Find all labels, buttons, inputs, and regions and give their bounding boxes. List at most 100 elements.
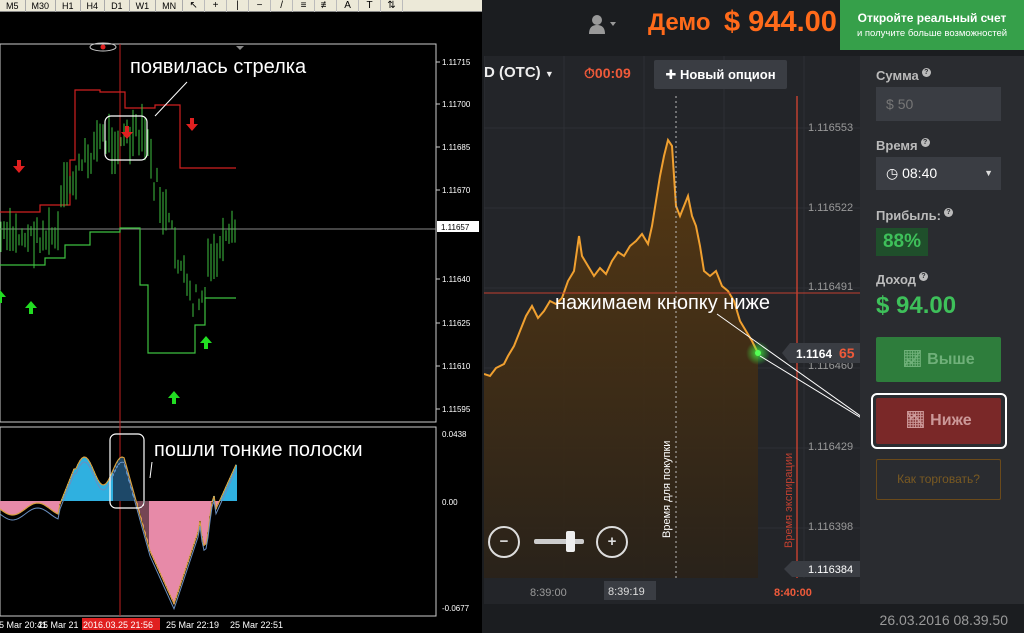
time-axis-label: 25 Mar 22:51 xyxy=(230,620,283,630)
zoom-in-icon: + xyxy=(607,533,617,550)
price-axis-label: 1.11595 xyxy=(442,405,471,414)
arrow-down-icon xyxy=(13,160,25,173)
oscillator-axis: 0.0438 0.00 -0.0677 xyxy=(442,430,470,613)
trend-up-icon: 📈︎ xyxy=(902,351,928,368)
asset-selector[interactable]: D (OTC) ▼ xyxy=(484,64,554,81)
expiry-time-label: Время экспирации xyxy=(783,453,795,548)
price-axis-label: 1.11640 xyxy=(442,275,471,284)
time-axis-label: 25 Mar 22:19 xyxy=(166,620,219,630)
income-label-text: Доход xyxy=(876,272,916,287)
up-label: Выше xyxy=(927,351,975,368)
tf-mn[interactable]: MN xyxy=(156,0,184,12)
how-to-trade-button[interactable]: Как торговать? xyxy=(876,459,1001,500)
chevron-down-icon: ▼ xyxy=(544,69,554,79)
help-icon[interactable]: ? xyxy=(918,272,928,281)
timer: ⏱00:09 xyxy=(584,65,631,82)
help-icon[interactable]: ? xyxy=(944,208,953,217)
cursor-icon[interactable]: ↖ xyxy=(183,0,206,12)
put-down-button[interactable]: 📉︎ Ниже xyxy=(876,398,1001,444)
annotation-pointer xyxy=(154,81,188,117)
tf-m5[interactable]: M5 xyxy=(0,0,26,12)
arrow-down-icon xyxy=(121,126,133,139)
oscillator-axis-label: -0.0677 xyxy=(442,604,470,613)
screen: 1.11715 1.11700 1.11685 1.11670 1.11657 1.116… xyxy=(0,0,1024,633)
balance-value: $ 944.00 xyxy=(724,6,837,38)
shift-dot xyxy=(100,44,106,50)
scroll-marker-icon[interactable] xyxy=(236,46,244,50)
price-axis-label: 1.11610 xyxy=(442,362,471,371)
arrow-up-icon xyxy=(200,336,212,349)
zoom-out-button[interactable]: − xyxy=(488,526,520,558)
y-tick-label: 1.116522 xyxy=(808,202,853,214)
price-chart-canvas: Время для покупки Время экспирации 1.116… xyxy=(484,56,860,600)
call-up-button[interactable]: 📈︎ Выше xyxy=(876,337,1001,382)
tf-w1[interactable]: W1 xyxy=(130,0,157,12)
tf-h1[interactable]: H1 xyxy=(56,0,81,12)
low-price-tag-text: 1.116384 xyxy=(808,564,853,576)
oscillator-histogram xyxy=(0,456,237,611)
profit-percent: 88% xyxy=(876,228,928,256)
new-option-label: Новый опцион xyxy=(679,67,776,82)
expiry-time-select[interactable]: ◷ 08:40 ▼ xyxy=(876,157,1001,190)
crosshair-icon[interactable]: + xyxy=(205,0,228,12)
timer-value: 00:09 xyxy=(594,65,631,81)
real-account-title: Откройте реальный счет xyxy=(857,11,1007,25)
time-axis-label: 2016.03.25 21:56 xyxy=(83,620,153,630)
tf-h4[interactable]: H4 xyxy=(81,0,106,12)
channel-icon[interactable]: ≡ xyxy=(293,0,316,12)
zoom-in-button[interactable]: + xyxy=(596,526,628,558)
y-tick-label: 1.116398 xyxy=(808,521,853,533)
mt4-chart-window: 1.11715 1.11700 1.11685 1.11670 1.11657 1.116… xyxy=(0,0,482,633)
vline-icon[interactable]: | xyxy=(227,0,250,12)
y-tick-label: 1.116429 xyxy=(808,441,853,453)
text-icon[interactable]: A xyxy=(337,0,360,12)
platform-footer: 26.03.2016 08.39.50 xyxy=(484,604,1024,633)
trend-down-icon: 📉︎ xyxy=(905,412,931,429)
price-bars xyxy=(0,103,236,317)
zoom-out-icon: − xyxy=(499,533,509,550)
amount-input[interactable]: $ 50 xyxy=(876,87,1001,121)
annotation-bars-text: пошли тонкие полоски xyxy=(154,439,363,461)
zoom-slider-handle[interactable] xyxy=(566,531,575,552)
hline-icon[interactable]: − xyxy=(249,0,272,12)
time-label: Время? xyxy=(876,138,930,153)
price-axis-label: 1.11625 xyxy=(442,319,471,328)
help-icon[interactable]: ? xyxy=(921,68,931,77)
annotation-text: нажимаем кнопку ниже xyxy=(555,292,771,314)
arrow-highlight-box xyxy=(104,115,148,161)
price-chart[interactable]: Время для покупки Время экспирации 1.116… xyxy=(484,56,860,604)
arrows-icon[interactable]: ⇅ xyxy=(381,0,404,12)
price-axis: 1.11715 1.11700 1.11685 1.11670 1.11657 1.116… xyxy=(436,58,479,414)
oscillator-axis-label: 0.0438 xyxy=(442,430,467,439)
trendline-icon[interactable]: / xyxy=(271,0,294,12)
open-real-account-button[interactable]: Откройте реальный счет и получите больше… xyxy=(840,0,1024,50)
tf-m30[interactable]: M30 xyxy=(26,0,57,12)
profit-label: Прибыль:? xyxy=(876,208,953,223)
tf-d1[interactable]: D1 xyxy=(105,0,130,12)
arrow-up-icon xyxy=(168,391,180,404)
y-tick-label: 1.116553 xyxy=(808,122,853,134)
amount-label: Сумма? xyxy=(876,68,931,83)
time-axis: 25 Mar 20:4125 Mar 212016.03.25 21:5625 … xyxy=(0,618,283,630)
price-axis-label: 1.11715 xyxy=(442,58,471,67)
annotation-arrow-text: появилась стрелка xyxy=(130,56,307,78)
price-pane-frame xyxy=(0,43,437,423)
y-tick-label: 1.116491 xyxy=(808,281,853,293)
mt4-toolbar: M5 M30 H1 H4 D1 W1 MN ↖ + | − / ≡ ≢ A T … xyxy=(0,0,482,12)
profit-label-text: Прибыль: xyxy=(876,208,941,223)
lower-band xyxy=(0,227,236,354)
price-axis-label: 1.11670 xyxy=(442,186,471,195)
arrow-up-icon xyxy=(0,290,6,303)
amount-value: 50 xyxy=(897,96,914,112)
label-icon[interactable]: T xyxy=(359,0,382,12)
amount-label-text: Сумма xyxy=(876,68,919,83)
new-option-button[interactable]: ✚ Новый опцион xyxy=(654,60,787,89)
user-icon[interactable] xyxy=(588,14,618,34)
fibo-icon[interactable]: ≢ xyxy=(315,0,338,12)
income-value: $ 94.00 xyxy=(876,292,957,319)
indicator-bands xyxy=(0,89,236,354)
help-icon[interactable]: ? xyxy=(920,138,930,147)
zoom-slider[interactable] xyxy=(534,539,584,544)
x-tick-label: 8:40:00 xyxy=(774,587,812,599)
x-tick-label: 8:39:19 xyxy=(608,586,645,598)
